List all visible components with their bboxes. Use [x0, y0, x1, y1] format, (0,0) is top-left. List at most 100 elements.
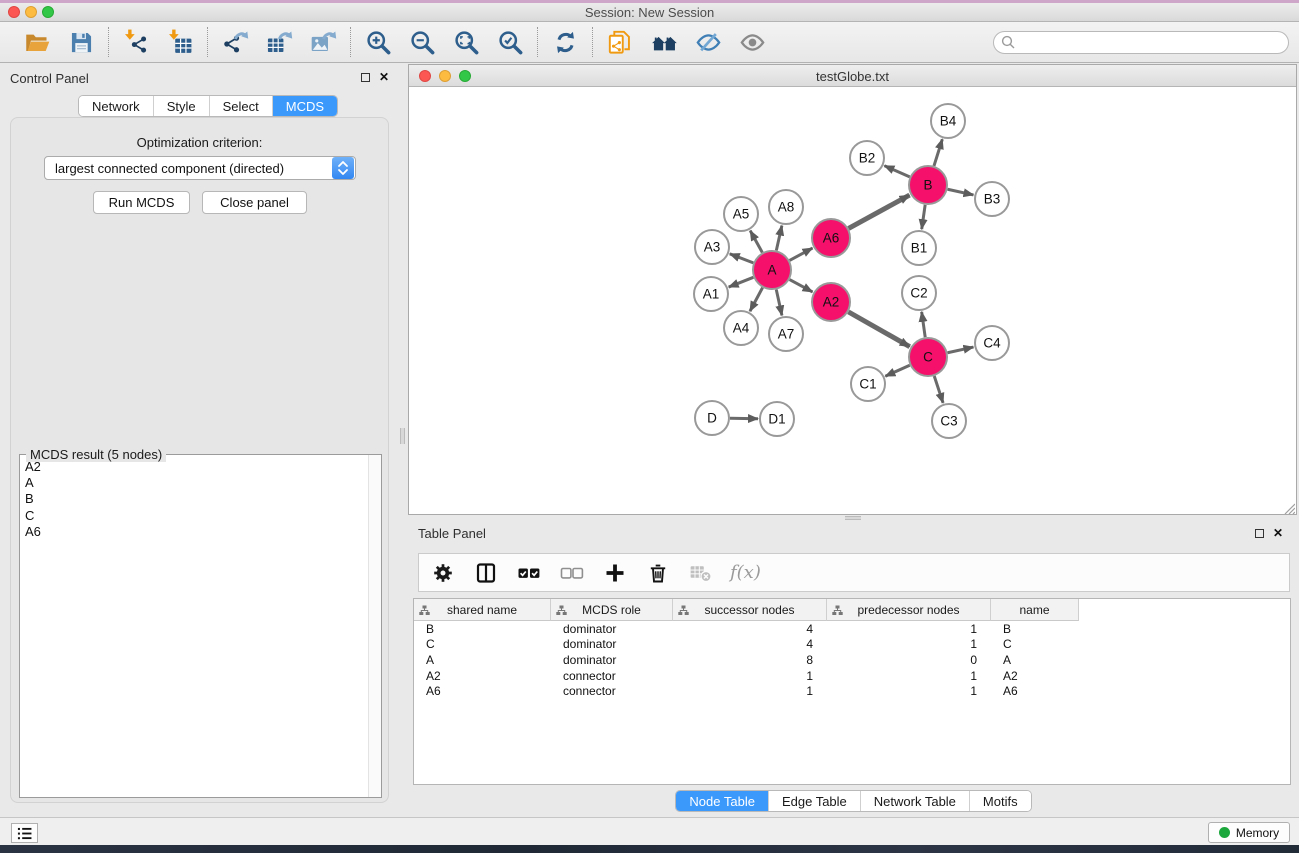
table-row[interactable]: Cdominator41C	[414, 637, 1290, 653]
graph-node-A[interactable]: A	[753, 251, 791, 289]
graph-node-C4[interactable]: C4	[975, 326, 1009, 360]
tab-edge-table[interactable]: Edge Table	[768, 791, 860, 811]
column-header-predecessor-nodes[interactable]: predecessor nodes	[827, 599, 991, 621]
graph-edge-B-B1[interactable]	[922, 205, 925, 229]
tab-select[interactable]: Select	[209, 96, 272, 116]
result-node-item[interactable]: A6	[20, 524, 368, 540]
tab-network[interactable]: Network	[79, 96, 153, 116]
graph-edge-A-A7[interactable]	[776, 290, 782, 316]
graph-edge-A-A6[interactable]	[790, 248, 813, 260]
graph-edge-A-A8[interactable]	[776, 226, 782, 251]
graph-node-C[interactable]: C	[909, 338, 947, 376]
result-scrollbar[interactable]	[368, 455, 381, 797]
memory-button[interactable]: Memory	[1208, 822, 1290, 843]
result-node-item[interactable]: A	[20, 475, 368, 491]
graph-node-A1[interactable]: A1	[694, 277, 728, 311]
mcds-result-list[interactable]: A2ABCA6	[20, 459, 368, 797]
tab-node-table[interactable]: Node Table	[676, 791, 768, 811]
criterion-select[interactable]: largest connected component (directed)	[44, 156, 356, 180]
graph-node-B4[interactable]: B4	[931, 104, 965, 138]
home-icon[interactable]	[649, 27, 679, 57]
tab-motifs[interactable]: Motifs	[969, 791, 1031, 811]
column-header-name[interactable]: name	[991, 599, 1079, 621]
graph-node-A4[interactable]: A4	[724, 311, 758, 345]
vertical-splitter-grip[interactable]	[400, 428, 405, 444]
delete-table-icon[interactable]	[687, 559, 715, 587]
graph-edge-A-A3[interactable]	[730, 254, 754, 263]
graph-edge-A2-C[interactable]	[848, 312, 909, 347]
graph-edge-B-B2[interactable]	[884, 166, 909, 177]
deselect-all-checkboxes-icon[interactable]	[558, 559, 586, 587]
column-header-successor-nodes[interactable]: successor nodes	[673, 599, 827, 621]
import-table-icon[interactable]	[165, 27, 195, 57]
function-builder-icon[interactable]: f(x)	[730, 562, 761, 583]
tab-network-table[interactable]: Network Table	[860, 791, 969, 811]
graph-edge-B-B3[interactable]	[948, 189, 974, 195]
export-table-icon[interactable]	[264, 27, 294, 57]
hide-panel-icon[interactable]	[693, 27, 723, 57]
export-network-icon[interactable]	[220, 27, 250, 57]
horizontal-splitter-grip[interactable]	[845, 516, 861, 520]
graph-node-A2[interactable]: A2	[812, 283, 850, 321]
float-panel-icon[interactable]	[361, 73, 370, 82]
result-node-item[interactable]: B	[20, 491, 368, 507]
graph-node-D[interactable]: D	[695, 401, 729, 435]
close-panel-button[interactable]: Close panel	[202, 191, 307, 214]
graph-edge-C-C1[interactable]	[885, 365, 909, 376]
graph-node-C2[interactable]: C2	[902, 276, 936, 310]
graph-edge-A-A5[interactable]	[750, 231, 762, 253]
save-session-icon[interactable]	[66, 27, 96, 57]
session-files-icon[interactable]	[605, 27, 635, 57]
select-all-checkboxes-icon[interactable]	[515, 559, 543, 587]
show-panel-icon[interactable]	[737, 27, 767, 57]
tab-mcds[interactable]: MCDS	[272, 96, 337, 116]
graph-node-A8[interactable]: A8	[769, 190, 803, 224]
graph-edge-B-B4[interactable]	[934, 139, 942, 166]
graph-node-B3[interactable]: B3	[975, 182, 1009, 216]
zoom-out-icon[interactable]	[407, 27, 437, 57]
graph-node-B2[interactable]: B2	[850, 141, 884, 175]
tab-style[interactable]: Style	[153, 96, 209, 116]
graph-edge-A-A4[interactable]	[750, 288, 763, 312]
export-image-icon[interactable]	[308, 27, 338, 57]
column-header-MCDS-role[interactable]: MCDS role	[551, 599, 673, 621]
add-column-icon[interactable]	[601, 559, 629, 587]
task-history-button[interactable]	[11, 823, 38, 843]
run-mcds-button[interactable]: Run MCDS	[93, 191, 190, 214]
result-node-item[interactable]: A2	[20, 459, 368, 475]
graph-node-B[interactable]: B	[909, 166, 947, 204]
network-canvas[interactable]: B4B2BB3A8A5A6A3B1AC2A1A2A4A7C4CC1DD1C3	[409, 87, 1296, 514]
graph-node-A5[interactable]: A5	[724, 197, 758, 231]
column-header-shared-name[interactable]: shared name	[414, 599, 551, 621]
network-window-titlebar[interactable]: testGlobe.txt	[409, 65, 1296, 87]
graph-node-C3[interactable]: C3	[932, 404, 966, 438]
graph-edge-A6-B[interactable]	[849, 195, 910, 228]
delete-column-icon[interactable]	[644, 559, 672, 587]
refresh-icon[interactable]	[550, 27, 580, 57]
table-row[interactable]: A6connector11A6	[414, 683, 1290, 699]
window-resize-grip[interactable]	[1283, 501, 1295, 513]
graph-node-A6[interactable]: A6	[812, 219, 850, 257]
graph-node-A3[interactable]: A3	[695, 230, 729, 264]
result-node-item[interactable]: C	[20, 508, 368, 524]
import-network-icon[interactable]	[121, 27, 151, 57]
graph-edge-C-C3[interactable]	[934, 376, 943, 403]
graph-node-D1[interactable]: D1	[760, 402, 794, 436]
table-close-panel-icon[interactable]: ✕	[1273, 528, 1283, 538]
table-row[interactable]: Bdominator41B	[414, 621, 1290, 637]
search-input[interactable]	[993, 31, 1289, 54]
table-row[interactable]: Adominator80A	[414, 652, 1290, 668]
zoom-selected-icon[interactable]	[495, 27, 525, 57]
graph-node-B1[interactable]: B1	[902, 231, 936, 265]
graph-node-C1[interactable]: C1	[851, 367, 885, 401]
zoom-in-icon[interactable]	[363, 27, 393, 57]
open-session-icon[interactable]	[22, 27, 52, 57]
graph-edge-A-A1[interactable]	[729, 277, 754, 287]
close-panel-icon[interactable]: ✕	[379, 72, 389, 82]
table-float-panel-icon[interactable]	[1255, 529, 1264, 538]
graph-edge-C-C2[interactable]	[922, 312, 926, 337]
settings-icon[interactable]	[429, 559, 457, 587]
column-selector-icon[interactable]	[472, 559, 500, 587]
graph-edge-C-C4[interactable]	[948, 347, 974, 353]
table-row[interactable]: A2connector11A2	[414, 668, 1290, 684]
